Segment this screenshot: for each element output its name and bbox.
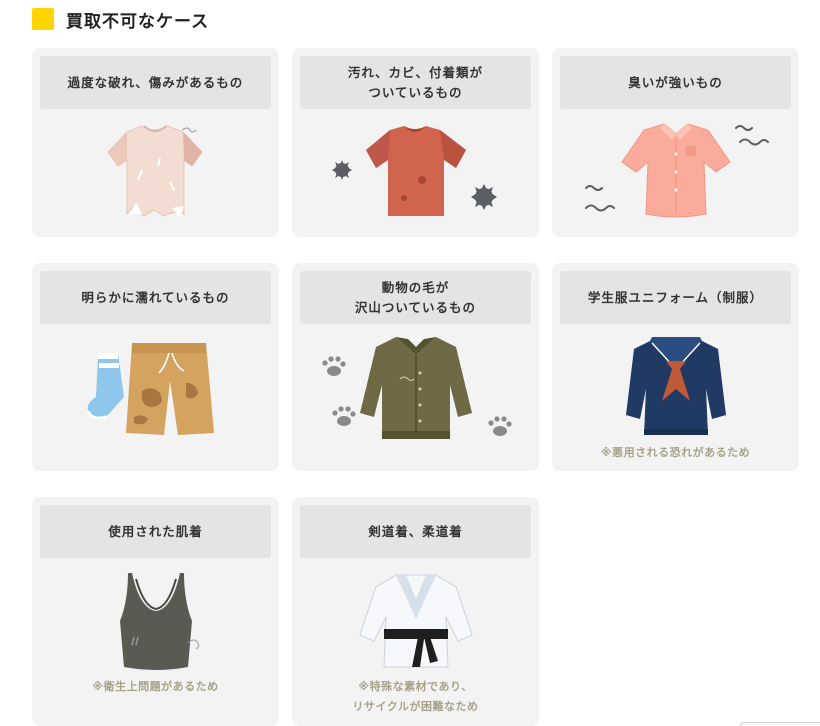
case-card-underwear: 使用された肌着 ※衛生上問題があるため xyxy=(32,497,279,726)
case-label: 明らかに濡れているもの xyxy=(40,271,271,324)
smelly-shirt-icon xyxy=(585,123,769,218)
case-label: 動物の毛が 沢山ついているもの xyxy=(300,271,531,324)
case-card-pet-hair: 動物の毛が 沢山ついているもの xyxy=(292,263,539,471)
sock-icon xyxy=(86,353,124,420)
tank-top-icon xyxy=(120,573,200,670)
case-label: 過度な破れ、傷みがあるもの xyxy=(40,56,271,109)
case-note: ※衛生上問題があるため xyxy=(92,680,219,693)
case-label: 剣道着、柔道着 xyxy=(300,505,531,558)
case-card-martial-arts: 剣道着、柔道着 ※特殊な素材であり、 リサイクルが困難なため xyxy=(292,497,539,726)
case-label: 学生服ユニフォーム（制服） xyxy=(560,271,791,324)
torn-shirt-icon xyxy=(107,125,203,218)
corner-widget xyxy=(740,722,820,726)
case-card-uniform: 学生服ユニフォーム（制服） ※悪用される恐れがあるため xyxy=(552,263,799,471)
shorts-icon xyxy=(126,343,214,435)
judo-gi-icon xyxy=(359,574,473,668)
wet-clothes-icon xyxy=(86,343,214,435)
case-note: ※悪用される恐れがあるため xyxy=(600,446,751,459)
section-heading: 買取不可なケース xyxy=(32,8,210,32)
heading-marker xyxy=(32,8,54,30)
stained-shirt-icon xyxy=(332,126,497,216)
case-label: 使用された肌着 xyxy=(40,505,271,558)
case-card-wet: 明らかに濡れているもの xyxy=(32,263,279,471)
case-label: 汚れ、カビ、付着類が ついているもの xyxy=(300,56,531,109)
section-title: 買取不可なケース xyxy=(66,11,210,32)
school-uniform-icon xyxy=(626,337,726,435)
case-card-stained: 汚れ、カビ、付着類が ついているもの xyxy=(292,48,539,237)
cardigan-paw-icon xyxy=(322,337,512,439)
case-note: ※特殊な素材であり、 リサイクルが困難なため xyxy=(352,680,479,713)
case-card-torn: 過度な破れ、傷みがあるもの xyxy=(32,48,279,237)
case-card-smell: 臭いが強いもの xyxy=(552,48,799,237)
case-label: 臭いが強いもの xyxy=(560,56,791,109)
